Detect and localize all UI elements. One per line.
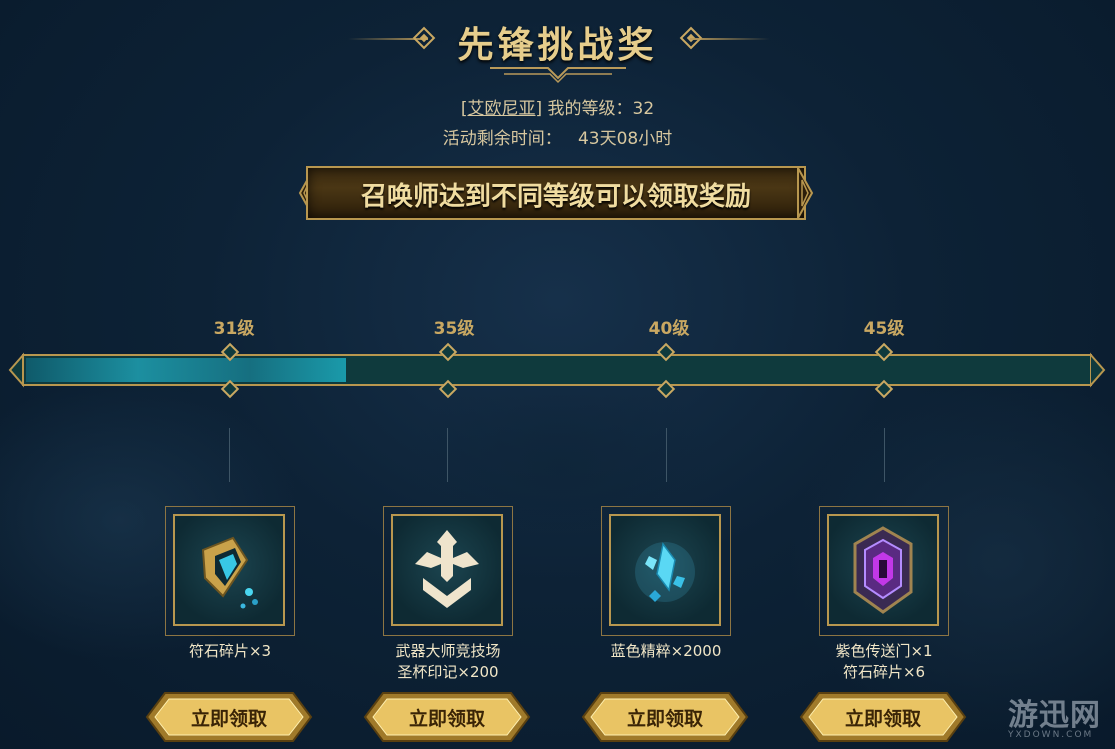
remaining-value: 43天08小时 [577, 129, 673, 149]
connector-line [884, 428, 885, 482]
player-info: [艾欧尼亚] 我的等级：32 [0, 94, 1115, 119]
progress-fill [26, 358, 346, 382]
claim-button-label: 立即领取 [408, 708, 485, 730]
chevron-ornament-icon [490, 67, 626, 84]
site-watermark: 游迅网 YXDOWN.COM [1008, 690, 1108, 740]
connector-line [666, 428, 667, 482]
player-level: 我的等级：32 [547, 99, 655, 119]
grail-token-icon [415, 530, 479, 608]
track-end-right-icon [1090, 352, 1106, 388]
title-ornament-right [690, 38, 770, 40]
reward-name-line1: 符石碎片×3 [188, 642, 272, 660]
rune-shard-icon [201, 536, 258, 609]
reward-name-line2: 圣杯印记×200 [397, 663, 499, 681]
claim-button-35[interactable]: 立即领取 [363, 691, 531, 743]
reward-name: 符石碎片×3 [135, 641, 325, 662]
claim-button-label: 立即领取 [626, 708, 703, 730]
level-progress-bar [8, 350, 1106, 390]
level-label-35: 35级 [433, 319, 475, 339]
connector-line [229, 428, 230, 482]
claim-button-45[interactable]: 立即领取 [799, 691, 967, 743]
watermark-cn: 游迅网 [1008, 698, 1101, 733]
reward-name: 蓝色精粹×2000 [571, 641, 761, 662]
info-banner: 召唤师达到不同等级可以领取奖励 [296, 166, 816, 220]
reward-name-line1: 蓝色精粹×2000 [610, 642, 722, 660]
event-remaining-time: 活动剩余时间： 43天08小时 [0, 124, 1115, 149]
banner-end-right-icon [797, 166, 814, 220]
reward-image [609, 514, 721, 626]
reward-name: 武器大师竞技场 圣杯印记×200 [353, 641, 543, 683]
server-name-link[interactable]: [艾欧尼亚] [461, 99, 542, 119]
reward-name-line2: 符石碎片×6 [842, 663, 926, 681]
level-label-45: 45级 [863, 319, 905, 339]
reward-image [391, 514, 503, 626]
blue-essence-icon [635, 542, 695, 602]
watermark-en: YXDOWN.COM [1008, 730, 1094, 740]
reward-name: 紫色传送门×1 符石碎片×6 [789, 641, 979, 683]
claim-button-40[interactable]: 立即领取 [581, 691, 749, 743]
banner-text: 召唤师达到不同等级可以领取奖励 [360, 182, 751, 212]
claim-button-label: 立即领取 [190, 708, 267, 730]
claim-button-label: 立即领取 [844, 708, 921, 730]
reward-image [827, 514, 939, 626]
level-label-31: 31级 [213, 319, 255, 339]
reward-image [173, 514, 285, 626]
connector-line [447, 428, 448, 482]
remaining-label: 活动剩余时间： [442, 129, 562, 149]
level-label-40: 40级 [648, 319, 690, 339]
reward-name-line1: 武器大师竞技场 [395, 642, 501, 660]
claim-button-31[interactable]: 立即领取 [145, 691, 313, 743]
page-header: 先锋挑战奖 [0, 8, 1115, 88]
reward-name-line1: 紫色传送门×1 [835, 642, 933, 660]
page-title: 先锋挑战奖 [457, 25, 658, 66]
progress-track [22, 354, 1092, 386]
purple-portal-icon [853, 526, 913, 614]
